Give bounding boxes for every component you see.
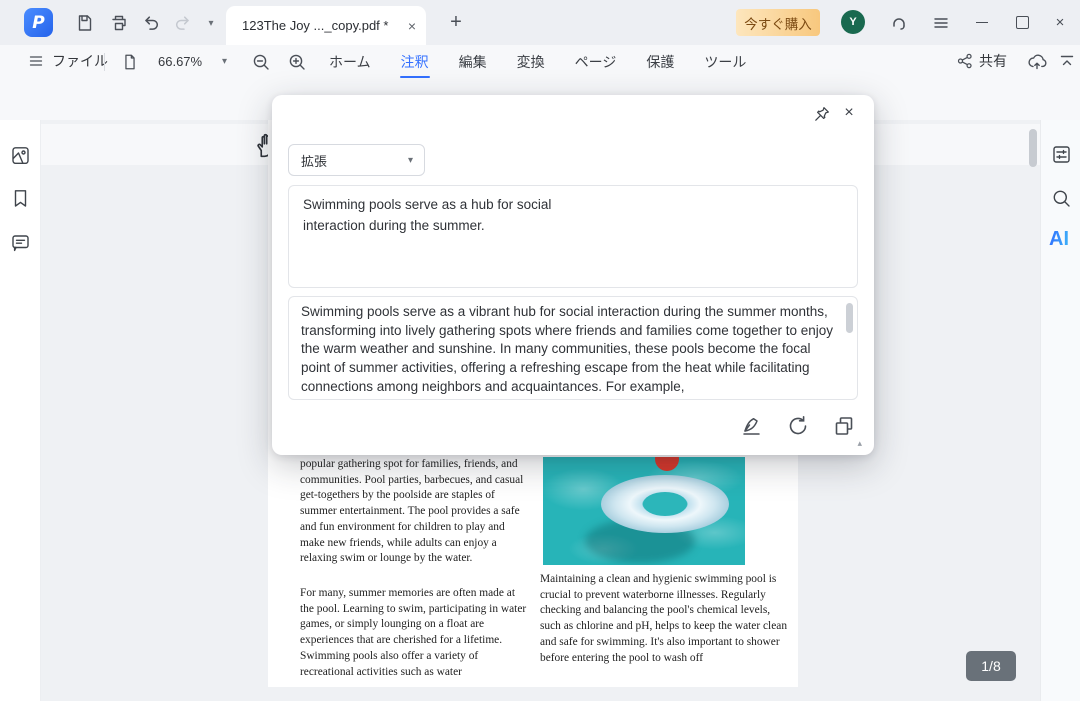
page-layout-icon[interactable] [120, 52, 140, 72]
file-menu[interactable]: ファイル [28, 51, 108, 71]
redo-icon[interactable] [172, 12, 194, 34]
output-scrollbar-thumb[interactable] [846, 303, 853, 333]
pdfelement-window: P ▾ 123The Joy ..._copy.pdf * × + 今すぐ購入 … [0, 0, 1080, 701]
tab-page[interactable]: ページ [574, 49, 618, 80]
save-icon[interactable] [74, 12, 96, 34]
collapse-toolbar-icon[interactable] [1057, 51, 1077, 71]
tab-home[interactable]: ホーム [328, 49, 372, 80]
ai-mode-dropdown[interactable]: 拡張 ▾ [288, 144, 425, 176]
comment-panel-icon[interactable] [10, 232, 31, 253]
copy-icon[interactable] [831, 413, 856, 438]
app-menu-icon[interactable] [930, 12, 952, 34]
zoom-level-value[interactable]: 66.67% [158, 54, 202, 69]
left-sidebar [0, 120, 41, 701]
history-caret-icon[interactable]: ▾ [200, 12, 222, 34]
cloud-upload-icon[interactable] [1025, 50, 1049, 74]
ai-output-text: Swimming pools serve as a vibrant hub fo… [301, 304, 834, 394]
red-ball [655, 457, 679, 471]
pdf-paragraph: Maintaining a clean and hygienic swimmin… [540, 573, 788, 664]
buy-now-button[interactable]: 今すぐ購入 [736, 9, 820, 36]
ai-dialog-actions [739, 413, 856, 438]
file-menu-label: ファイル [52, 53, 108, 69]
tab-edit[interactable]: 編集 [458, 49, 488, 80]
pdf-paragraph: popular gathering spot for families, fri… [300, 458, 524, 565]
pin-icon[interactable] [810, 103, 832, 125]
zoom-in-icon[interactable] [286, 51, 308, 73]
tab-protect[interactable]: 保護 [645, 49, 675, 80]
new-tab-button[interactable]: + [444, 10, 468, 34]
window-minimize-button[interactable] [972, 12, 992, 32]
divider [104, 53, 105, 71]
account-avatar[interactable]: Y [841, 10, 865, 34]
page-indicator-badge: 1/8 [966, 651, 1016, 681]
document-tab[interactable]: 123The Joy ..._copy.pdf * × [226, 6, 426, 45]
undo-icon[interactable] [140, 12, 162, 34]
app-logo-icon: P [24, 8, 53, 37]
zoom-caret-icon[interactable]: ▾ [222, 56, 227, 67]
input-collapse-icon[interactable]: ▴ [857, 438, 862, 449]
dialog-close-icon[interactable]: × [838, 102, 860, 124]
ai-mode-value: 拡張 [301, 153, 328, 169]
pool-photo [543, 457, 745, 565]
share-button[interactable]: 共有 [956, 51, 1007, 71]
window-maximize-button[interactable] [1012, 12, 1032, 32]
tab-annotation[interactable]: 注釈 [399, 49, 430, 80]
support-headset-icon[interactable] [888, 12, 910, 34]
dropdown-caret-icon: ▾ [407, 154, 413, 166]
file-menu-icon [29, 56, 43, 66]
search-icon[interactable] [1050, 187, 1072, 209]
print-icon[interactable] [108, 12, 130, 34]
tab-convert[interactable]: 変換 [516, 49, 546, 80]
ribbon-tabs: ホーム 注釈 編集 変換 ページ 保護 ツール [328, 49, 747, 80]
properties-panel-icon[interactable] [1050, 143, 1072, 165]
ai-dialog: × 拡張 ▾ Swimming pools serve as a hub for… [272, 95, 874, 455]
vertical-scrollbar-thumb[interactable] [1029, 129, 1037, 167]
swim-ring [601, 475, 729, 533]
window-close-button[interactable]: × [1050, 12, 1070, 32]
insert-pen-icon[interactable] [739, 413, 764, 438]
ai-output-area[interactable]: Swimming pools serve as a vibrant hub fo… [288, 296, 858, 400]
tab-tools[interactable]: ツール [703, 49, 747, 80]
title-bar: P ▾ 123The Joy ..._copy.pdf * × + 今すぐ購入 … [0, 0, 1080, 45]
thumbnail-panel-icon[interactable] [10, 145, 31, 166]
bookmark-panel-icon[interactable] [10, 188, 31, 209]
share-label: 共有 [979, 53, 1007, 69]
right-sidebar: AI [1040, 120, 1080, 701]
tab-close-icon[interactable]: × [408, 18, 416, 34]
ai-input-textarea[interactable]: Swimming pools serve as a hub for social… [288, 185, 858, 288]
ai-assistant-icon[interactable]: AI [1049, 228, 1069, 251]
pdf-paragraph: For many, summer memories are often made… [300, 587, 527, 678]
zoom-out-icon[interactable] [250, 51, 272, 73]
regenerate-icon[interactable] [785, 413, 810, 438]
document-tab-title: 123The Joy ..._copy.pdf * [242, 18, 389, 33]
share-icon [957, 53, 972, 69]
